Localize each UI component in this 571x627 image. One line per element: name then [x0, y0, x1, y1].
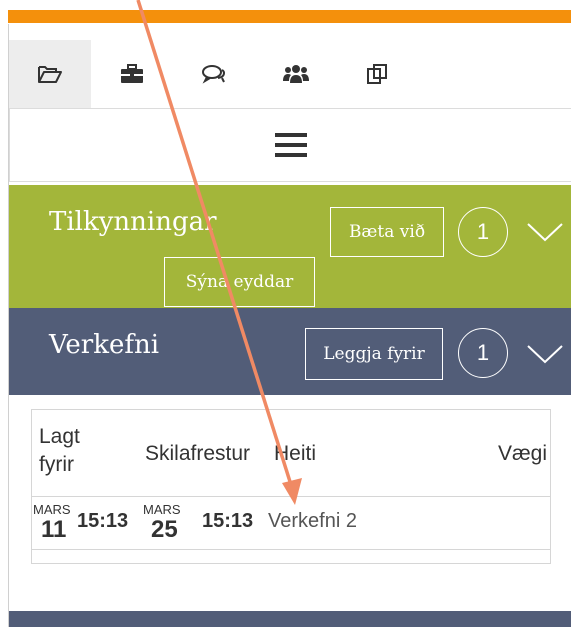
posted-time: 15:13	[77, 510, 129, 532]
users-icon	[283, 65, 309, 83]
hamburger-menu-icon	[274, 133, 307, 157]
header-divider	[32, 496, 550, 497]
submit-assignment-button[interactable]: Leggja fyrir	[305, 328, 443, 380]
row-divider	[32, 549, 550, 550]
tab-bar	[9, 40, 571, 108]
tab-assignments[interactable]	[91, 40, 173, 108]
header-posted: Lagt fyrir	[39, 425, 80, 477]
assignments-content: Lagt fyrir Skilafrestur Heiti Vægi MARS …	[9, 395, 571, 611]
menu-toggle[interactable]	[9, 108, 571, 182]
header-weight[interactable]: Vægi	[498, 442, 547, 466]
header-posted-line2: fyrir	[39, 453, 74, 476]
assignment-name-link[interactable]: Verkefni 2	[268, 510, 357, 533]
notifications-count-badge: 1	[458, 207, 508, 257]
tab-pages[interactable]	[337, 40, 419, 108]
assignments-count-badge: 1	[458, 328, 508, 378]
chevron-down-icon[interactable]	[526, 221, 564, 243]
notifications-panel: Tilkynningar Bæta við 1 Sýna eyddar	[9, 185, 571, 308]
due-day: 25	[151, 516, 178, 543]
assignments-table: Lagt fyrir Skilafrestur Heiti Vægi MARS …	[31, 409, 551, 564]
add-notification-button[interactable]: Bæta við	[330, 207, 444, 257]
due-month: MARS	[143, 502, 181, 517]
header-posted-line1: Lagt	[39, 425, 80, 448]
assignments-panel: Verkefni Leggja fyrir 1	[9, 308, 571, 395]
show-deleted-button[interactable]: Sýna eyddar	[164, 257, 315, 307]
notifications-title: Tilkynningar	[49, 207, 217, 237]
header-deadline[interactable]: Skilafrestur	[145, 442, 250, 466]
top-bar	[0, 0, 571, 24]
comments-icon	[202, 65, 226, 84]
posted-month: MARS	[33, 502, 71, 517]
header-name[interactable]: Heiti	[274, 442, 316, 466]
due-time: 15:13	[202, 510, 254, 532]
chevron-down-icon[interactable]	[526, 343, 564, 365]
course-panel: Tilkynningar Bæta við 1 Sýna eyddar Verk…	[8, 24, 571, 627]
accent-stripe	[8, 10, 571, 23]
tab-discussions[interactable]	[173, 40, 255, 108]
assignments-title: Verkefni	[49, 330, 160, 360]
tab-files[interactable]	[9, 40, 91, 108]
next-panel-header	[9, 611, 571, 627]
tab-people[interactable]	[255, 40, 337, 108]
folder-open-icon	[38, 66, 62, 83]
posted-day: 11	[41, 516, 67, 543]
clone-icon	[367, 64, 387, 84]
briefcase-icon	[121, 64, 143, 83]
